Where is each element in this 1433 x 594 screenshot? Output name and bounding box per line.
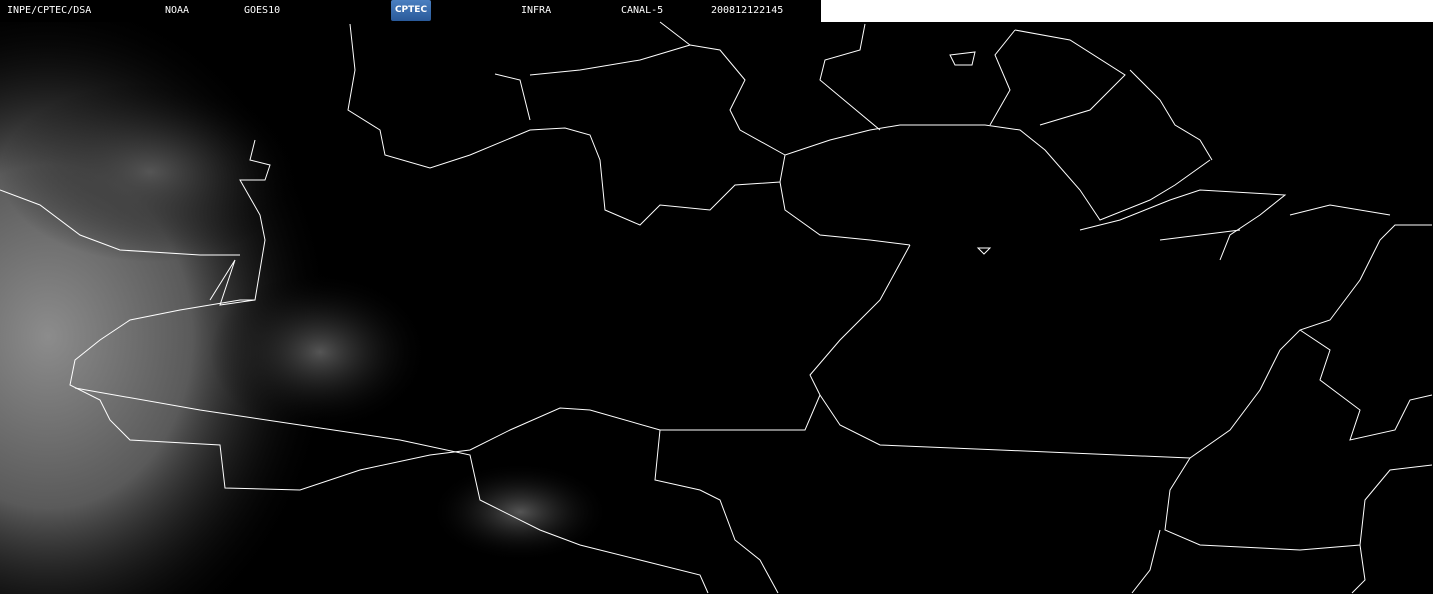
border-line <box>1131 529 1161 594</box>
satellite-image: INPE/CPTEC/DSA NOAA GOES10 CPTEC INFRA C… <box>0 0 1433 594</box>
border-line <box>529 21 692 76</box>
border-line <box>1351 544 1366 594</box>
border-line <box>1079 189 1287 261</box>
border-line <box>69 244 911 491</box>
border-line <box>209 139 271 306</box>
cptec-logo: CPTEC <box>391 0 431 21</box>
border-line <box>779 181 911 246</box>
border-line <box>347 23 1211 226</box>
island-outline <box>976 247 992 255</box>
border-line <box>1159 229 1241 241</box>
border-line <box>1289 204 1391 216</box>
border-line <box>689 44 786 156</box>
country-borders <box>0 21 1433 594</box>
header-satellite: GOES10 <box>244 5 281 16</box>
border-line <box>819 224 1432 459</box>
header-blank-area <box>821 0 1433 22</box>
header-agency: NOAA <box>165 5 190 16</box>
logo-text: CPTEC <box>394 5 428 15</box>
header-institution: INPE/CPTEC/DSA <box>7 5 92 16</box>
border-line <box>989 29 1016 126</box>
header-band: INFRA <box>521 5 552 16</box>
border-line <box>494 73 531 121</box>
border-line <box>819 23 881 131</box>
header-channel: CANAL-5 <box>621 5 664 16</box>
border-line <box>1164 457 1433 551</box>
border-line <box>74 387 709 594</box>
border-line <box>1129 69 1213 161</box>
header-timestamp: 200812122145 <box>711 5 784 16</box>
border-line <box>1014 29 1126 126</box>
border-line <box>0 189 240 256</box>
lake-outline <box>949 51 976 66</box>
border-line <box>1299 329 1433 441</box>
